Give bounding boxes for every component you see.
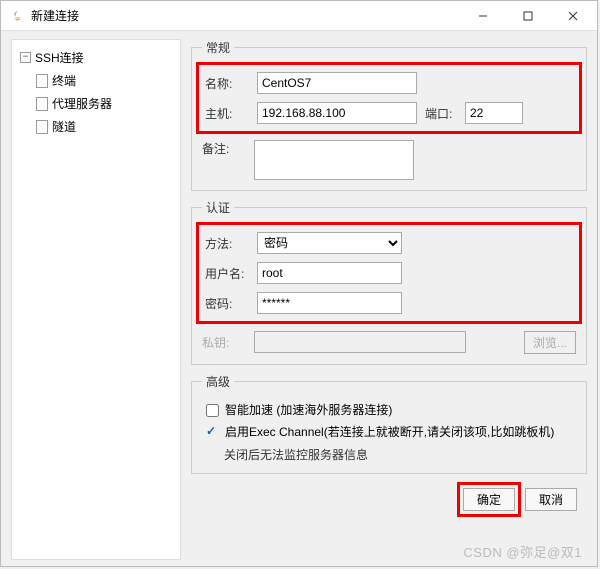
label-remark: 备注: [202,140,254,157]
window-controls [460,2,595,30]
legend-general: 常规 [202,39,234,56]
tree-label: 终端 [52,72,76,89]
document-icon [36,120,48,134]
window-title: 新建连接 [31,7,460,24]
cancel-button[interactable]: 取消 [525,488,577,511]
tree-root-ssh[interactable]: − SSH连接 [16,46,176,69]
checkbox-exec-row[interactable]: ✓ 启用Exec Channel(若连接上就被断开,请关闭该项,比如跳板机) [202,424,576,440]
label-user: 用户名: [205,265,257,282]
browse-button: 浏览... [524,331,576,354]
port-input[interactable] [465,102,523,124]
footer-buttons: 确定 取消 [191,482,587,517]
ok-button[interactable]: 确定 [463,488,515,511]
remark-input[interactable] [254,140,414,180]
document-icon [36,97,48,111]
java-icon [9,8,25,24]
label-key: 私钥: [202,334,254,351]
sidebar-tree: − SSH连接 终端 代理服务器 隧道 [11,39,181,560]
exec-label: 启用Exec Channel(若连接上就被断开,请关闭该项,比如跳板机) [225,424,554,440]
checkmark-icon: ✓ [206,424,219,438]
tree-label: 隧道 [52,118,76,135]
highlight-auth-block: 方法: 密码 用户名: 密码: [196,222,582,324]
tree-item-proxy[interactable]: 代理服务器 [16,92,176,115]
collapse-icon[interactable]: − [20,52,31,63]
label-port: 端口: [425,105,465,122]
name-input[interactable] [257,72,417,94]
legend-auth: 认证 [202,199,234,216]
highlight-ok: 确定 [457,482,521,517]
host-input[interactable] [257,102,417,124]
fieldset-advanced: 高级 智能加速 (加速海外服务器连接) ✓ 启用Exec Channel(若连接… [191,373,587,474]
label-pass: 密码: [205,295,257,312]
checkbox-accel-row[interactable]: 智能加速 (加速海外服务器连接) [202,402,576,418]
titlebar: 新建连接 [1,1,597,31]
method-select[interactable]: 密码 [257,232,402,254]
fieldset-auth: 认证 方法: 密码 用户名: 密码: [191,199,587,365]
tree-label: 代理服务器 [52,95,112,112]
tree-item-terminal[interactable]: 终端 [16,69,176,92]
user-input[interactable] [257,262,402,284]
label-name: 名称: [205,75,257,92]
content-area: − SSH连接 终端 代理服务器 隧道 常规 名称: [1,31,597,566]
fieldset-general: 常规 名称: 主机: 端口: 备注: [191,39,587,191]
label-host: 主机: [205,105,257,122]
password-input[interactable] [257,292,402,314]
main-panel: 常规 名称: 主机: 端口: 备注: [189,39,597,560]
label-method: 方法: [205,235,257,252]
highlight-host-block: 名称: 主机: 端口: [196,62,582,134]
accel-label: 智能加速 (加速海外服务器连接) [225,402,392,418]
exec-subtext: 关闭后无法监控服务器信息 [202,446,576,463]
maximize-button[interactable] [505,2,550,30]
dialog-window: 新建连接 − SSH连接 终端 代理服务器 隧道 [0,0,598,567]
close-button[interactable] [550,2,595,30]
tree-label: SSH连接 [35,49,84,66]
key-input [254,331,466,353]
document-icon [36,74,48,88]
minimize-button[interactable] [460,2,505,30]
accel-checkbox[interactable] [206,404,219,417]
legend-advanced: 高级 [202,373,234,390]
tree-item-tunnel[interactable]: 隧道 [16,115,176,138]
